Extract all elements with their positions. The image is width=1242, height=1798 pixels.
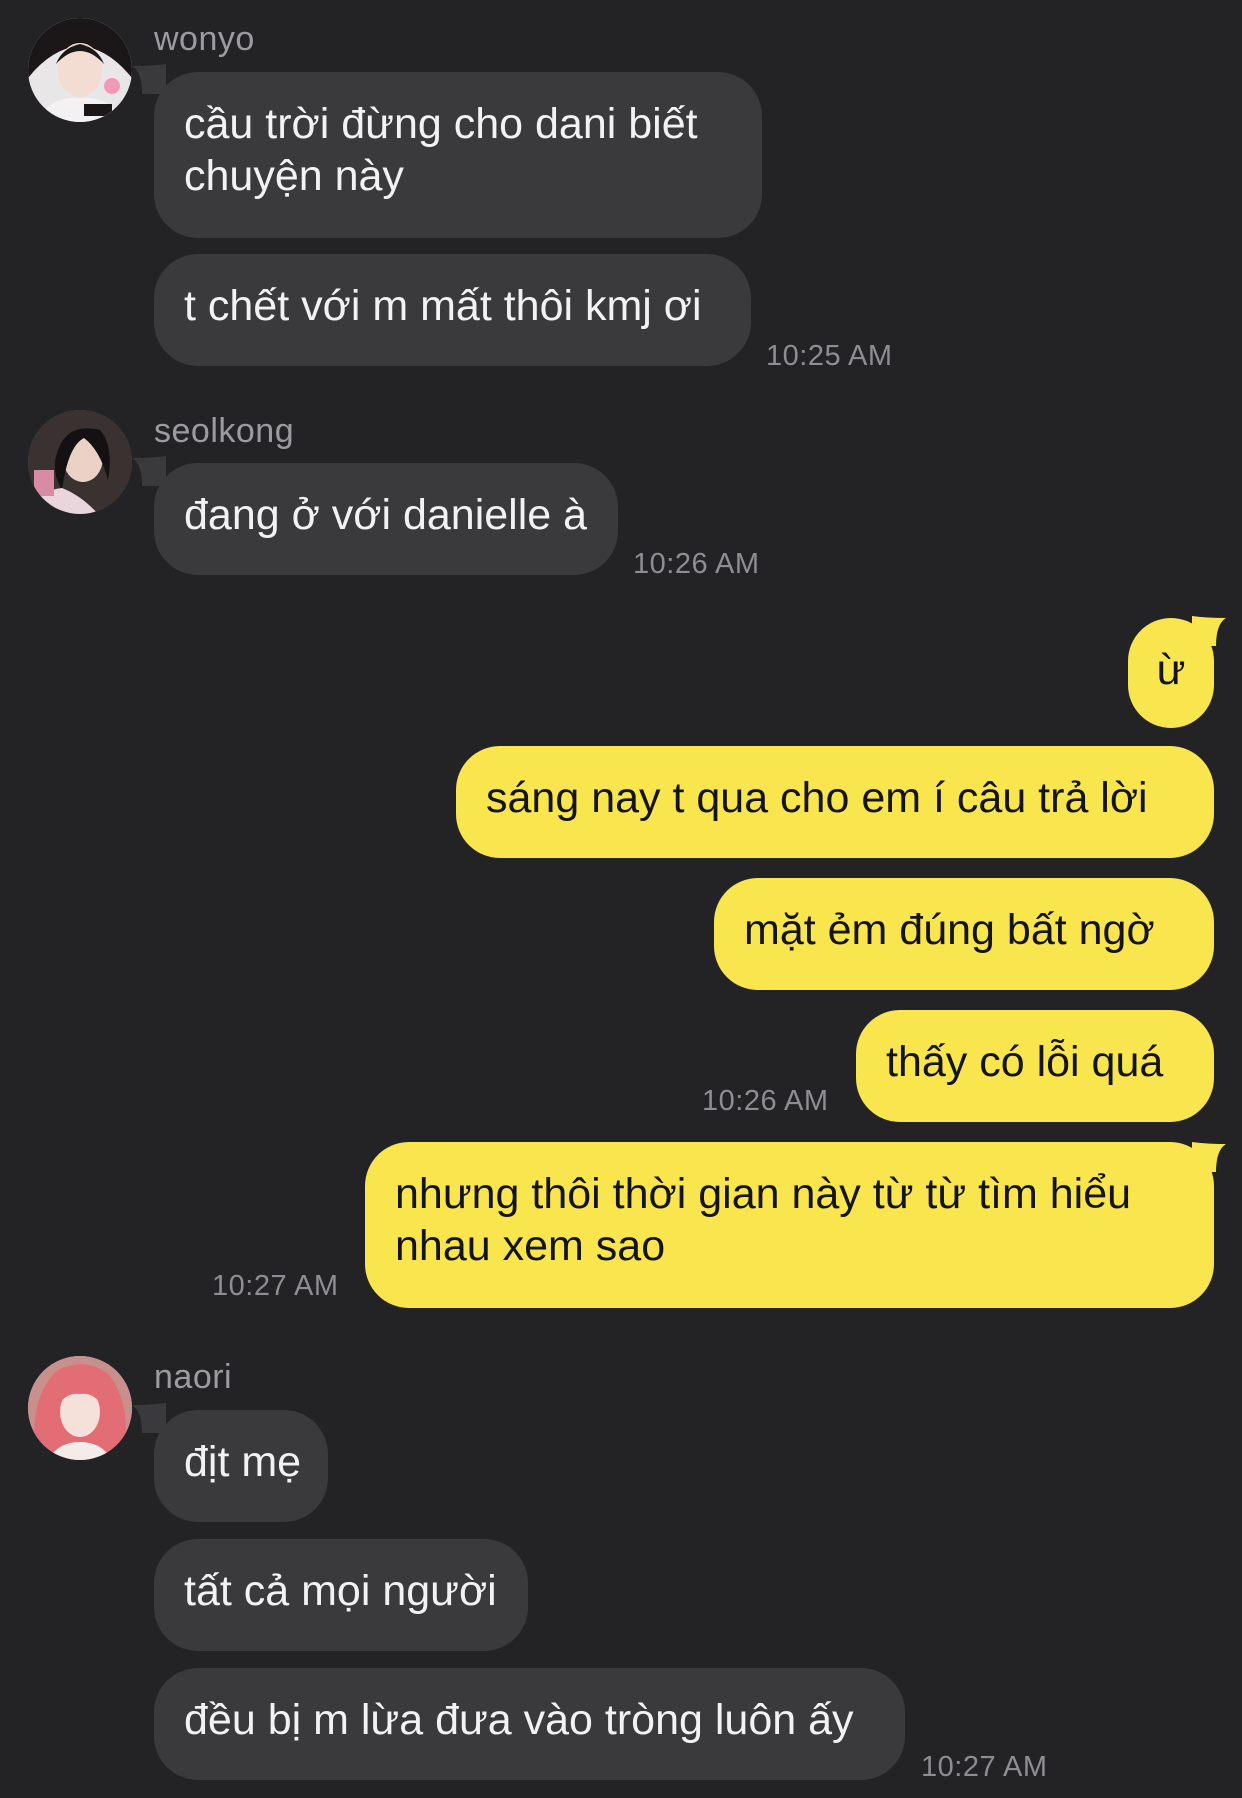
message-timestamp: 10:26 AM (633, 548, 760, 580)
message-text: thấy có lỗi quá (886, 1038, 1164, 1086)
message-bubble-incoming[interactable]: đều bị m lừa đưa vào tròng luôn ấy (154, 1668, 905, 1780)
message-text: đều bị m lừa đưa vào tròng luôn ấy (184, 1696, 854, 1744)
message-text: địt mẹ (184, 1438, 302, 1486)
message-bubble-incoming[interactable]: địt mẹ (154, 1410, 328, 1522)
message-bubble-outgoing[interactable]: mặt ẻm đúng bất ngờ (714, 878, 1214, 990)
message-text-line: nhưng thôi thời gian này từ từ tìm hiểu (395, 1170, 1132, 1218)
message-bubble-outgoing[interactable]: sáng nay t qua cho em í câu trả lời (456, 746, 1214, 858)
message-bubble-incoming[interactable]: t chết với m mất thôi kmj ơi (154, 254, 751, 366)
avatar-seolkong[interactable] (28, 410, 132, 514)
message-timestamp: 10:26 AM (702, 1085, 829, 1117)
message-text: ừ (1156, 646, 1186, 694)
sender-name: seolkong (154, 412, 295, 450)
message-text: mặt ẻm đúng bất ngờ (744, 906, 1155, 954)
message-bubble-incoming[interactable]: tất cả mọi người (154, 1539, 528, 1651)
message-text: sáng nay t qua cho em í câu trả lời (486, 774, 1148, 822)
message-bubble-outgoing[interactable]: thấy có lỗi quá (856, 1010, 1214, 1122)
chat-thread[interactable]: wonyo cầu trời đừng cho dani biết chuyện… (0, 0, 1242, 1798)
avatar-naori[interactable] (28, 1356, 132, 1460)
message-bubble-incoming[interactable]: cầu trời đừng cho dani biết chuyện này (154, 72, 762, 238)
profile-photo-icon (28, 1356, 132, 1460)
bubble-tail (132, 64, 166, 94)
message-text-line: chuyện này (184, 152, 404, 200)
message-bubble-outgoing[interactable]: ừ (1128, 618, 1214, 728)
message-timestamp: 10:27 AM (212, 1270, 339, 1302)
message-text: tất cả mọi người (184, 1567, 497, 1615)
avatar-wonyo[interactable] (28, 18, 132, 122)
message-timestamp: 10:27 AM (921, 1751, 1048, 1783)
message-text-line: nhau xem sao (395, 1222, 666, 1270)
message-text-line: cầu trời đừng cho dani biết (184, 100, 698, 148)
message-bubble-incoming[interactable]: đang ở với danielle à (154, 463, 618, 575)
profile-photo-icon (28, 18, 132, 122)
sender-name: wonyo (154, 20, 255, 58)
message-bubble-outgoing[interactable]: nhưng thôi thời gian này từ từ tìm hiểu … (365, 1142, 1214, 1308)
profile-photo-icon (28, 410, 132, 514)
message-timestamp: 10:25 AM (766, 340, 893, 372)
message-text: t chết với m mất thôi kmj ơi (184, 282, 702, 330)
sender-name: naori (154, 1358, 233, 1396)
message-text: đang ở với danielle à (184, 491, 588, 539)
